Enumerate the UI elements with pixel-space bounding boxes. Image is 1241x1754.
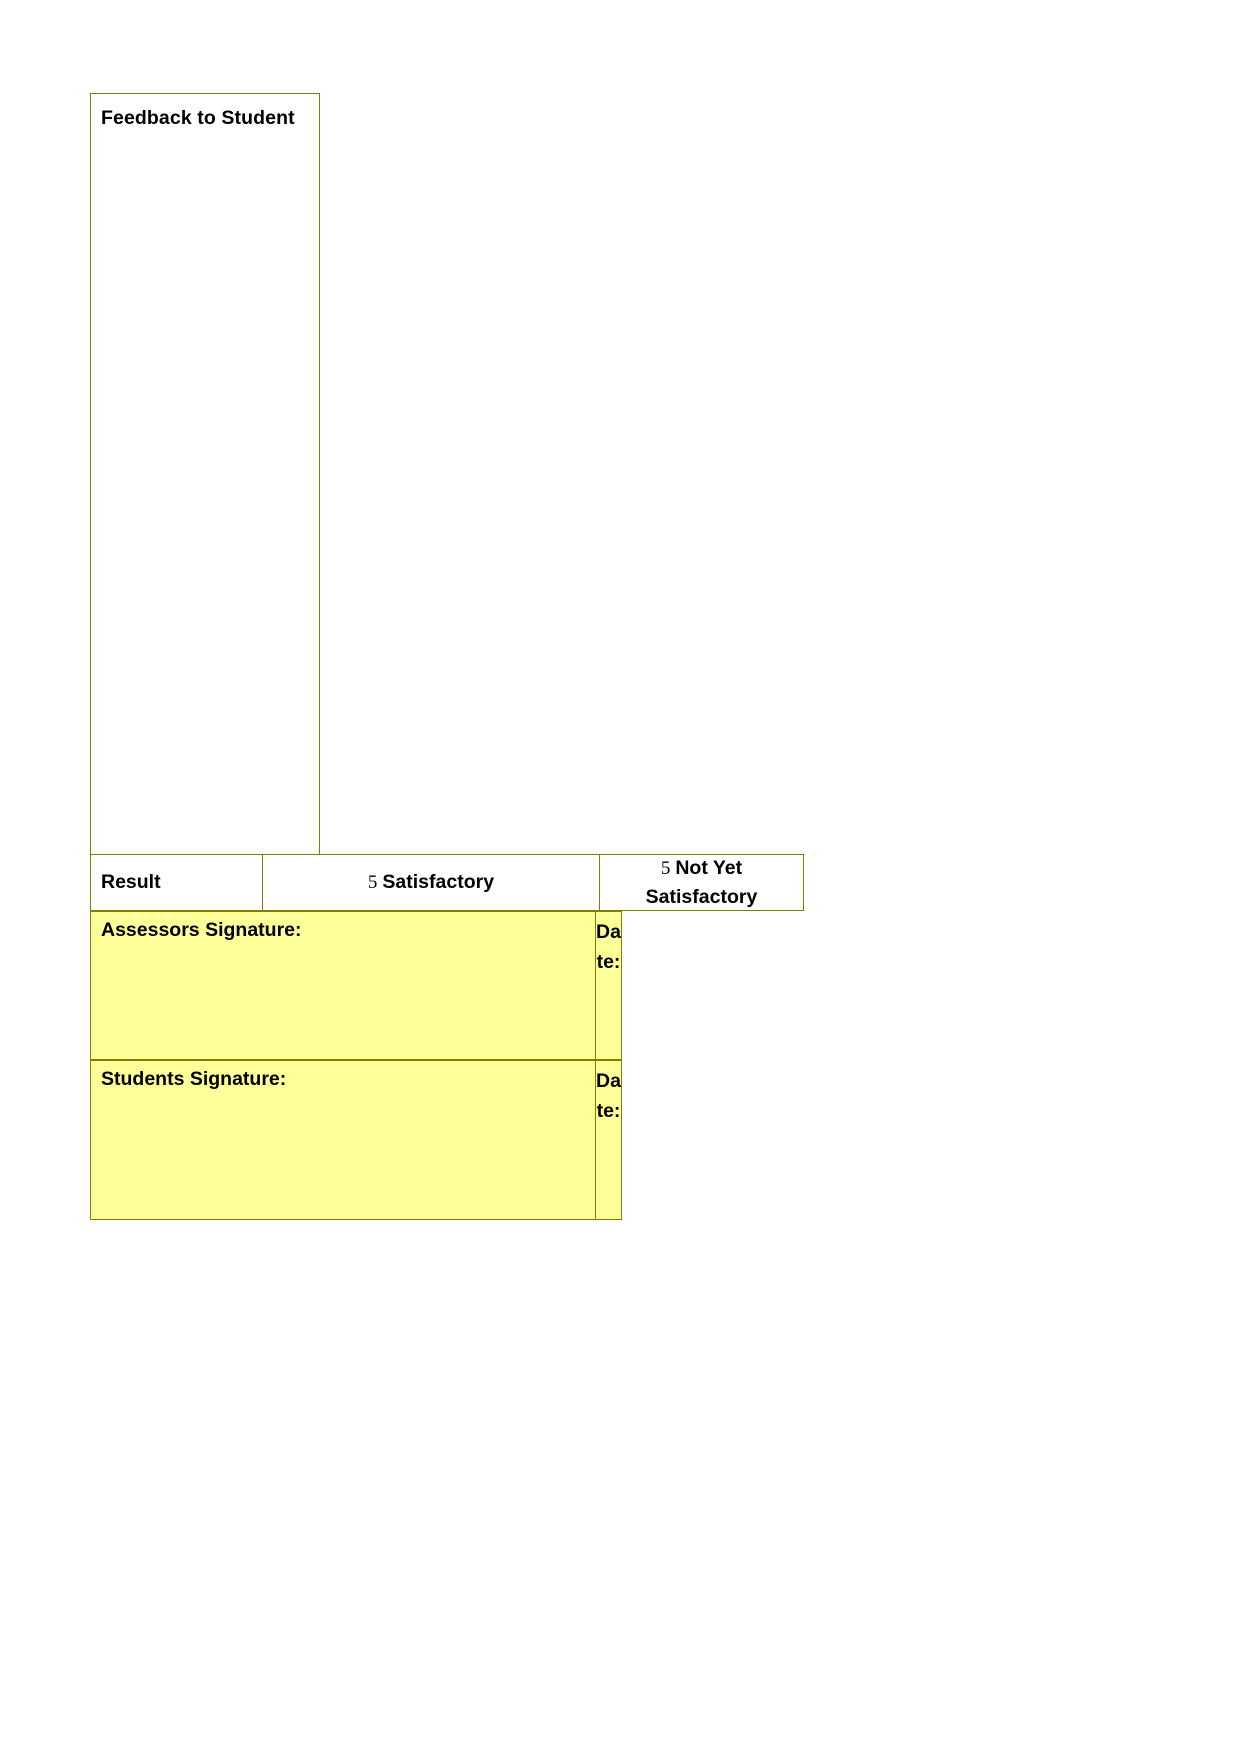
result-row: Result 5 Satisfactory 5 Not Yet Satisfact… [90, 854, 804, 911]
result-option-satisfactory-label: Satisfactory [382, 871, 495, 893]
assessors-date-label: Date: [596, 921, 621, 973]
students-date-cell[interactable]: Date: [595, 1060, 622, 1220]
checkbox-icon-not-yet-satisfactory[interactable]: 5 [661, 858, 676, 879]
students-signature-row: Students Signature: Date: [90, 1060, 622, 1220]
document-page: Feedback to Student Result 5 Satisfactor… [0, 0, 1241, 1754]
feedback-to-student-cell[interactable]: Feedback to Student [90, 93, 320, 855]
assessors-signature-row: Assessors Signature: Date: [90, 911, 622, 1060]
assessors-signature-cell[interactable]: Assessors Signature: [90, 911, 595, 1060]
students-signature-cell[interactable]: Students Signature: [90, 1060, 595, 1220]
result-label: Result [101, 871, 161, 893]
result-label-cell: Result [90, 854, 262, 911]
students-signature-label: Students Signature: [101, 1068, 287, 1090]
students-date-label: Date: [596, 1070, 621, 1122]
assessors-signature-label: Assessors Signature: [101, 919, 302, 941]
checkbox-icon-satisfactory[interactable]: 5 [368, 872, 383, 894]
assessors-date-cell[interactable]: Date: [595, 911, 622, 1060]
result-option-not-yet-satisfactory[interactable]: 5 Not Yet Satisfactory [599, 854, 804, 911]
feedback-to-student-label: Feedback to Student [101, 107, 295, 129]
result-option-satisfactory[interactable]: 5 Satisfactory [262, 854, 599, 911]
